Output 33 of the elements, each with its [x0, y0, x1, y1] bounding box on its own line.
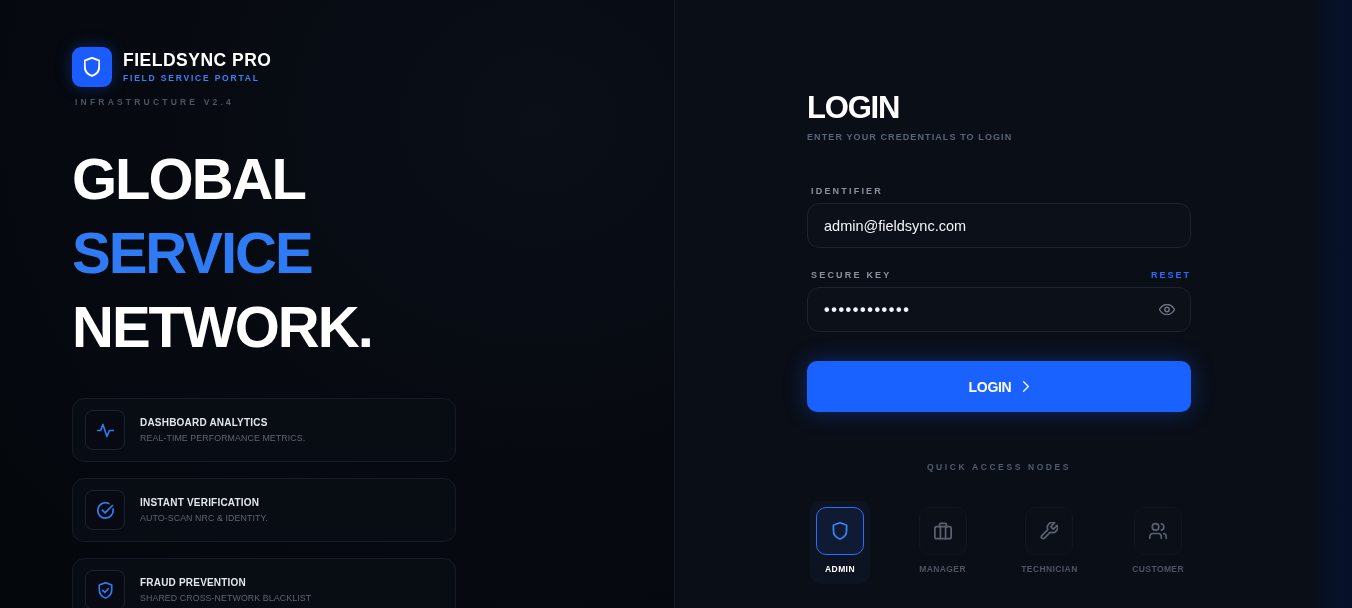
- role-button[interactable]: CUSTOMER: [1126, 501, 1190, 584]
- field-label: IDENTIFIER: [811, 185, 883, 197]
- feature-description: REAL-TIME PERFORMANCE METRICS.: [140, 432, 306, 444]
- pulse-icon: [85, 410, 125, 450]
- feature-description: AUTO-SCAN NRC & IDENTITY.: [140, 512, 268, 524]
- feature-title: INSTANT VERIFICATION: [140, 496, 260, 509]
- role-button[interactable]: MANAGER: [912, 501, 973, 584]
- shield-logo-icon: [72, 47, 112, 87]
- login-title: LOGIN: [807, 90, 900, 126]
- headline-text: SERVICE: [72, 219, 312, 287]
- password-field[interactable]: ••••••••••••: [807, 287, 1191, 332]
- wrench-icon: [1025, 507, 1074, 555]
- quick-access-label: QUICK ACCESS NODES: [926, 461, 1072, 473]
- login-button[interactable]: LOGIN: [807, 361, 1191, 412]
- feature-title: FRAUD PREVENTION: [140, 576, 246, 589]
- reset-link[interactable]: RESET: [1151, 269, 1191, 281]
- feature-description: SHARED CROSS-NETWORK BLACKLIST: [140, 592, 312, 604]
- headline-text: GLOBAL: [72, 145, 305, 213]
- input-field[interactable]: admin@fieldsync.com: [807, 203, 1191, 248]
- brand-name: FIELDSYNC PRO: [123, 50, 272, 70]
- users-icon: [1134, 507, 1183, 555]
- briefcase-icon: [918, 507, 967, 555]
- eye-icon[interactable]: [1159, 304, 1175, 315]
- shield-icon: [816, 507, 864, 555]
- login-subtitle: ENTER YOUR CREDENTIALS TO LOGIN: [807, 131, 1013, 143]
- role-button[interactable]: ADMIN: [810, 501, 870, 584]
- chevron-right-icon: [1023, 381, 1030, 392]
- version-label: INFRASTRUCTURE V2.4: [75, 97, 235, 108]
- field-label: SECURE KEY: [811, 269, 892, 281]
- feature-title: DASHBOARD ANALYTICS: [140, 416, 268, 429]
- brand-tagline: FIELD SERVICE PORTAL: [123, 73, 260, 84]
- role-button[interactable]: TECHNICIAN: [1015, 501, 1084, 584]
- headline-text: NETWORK.: [72, 293, 372, 361]
